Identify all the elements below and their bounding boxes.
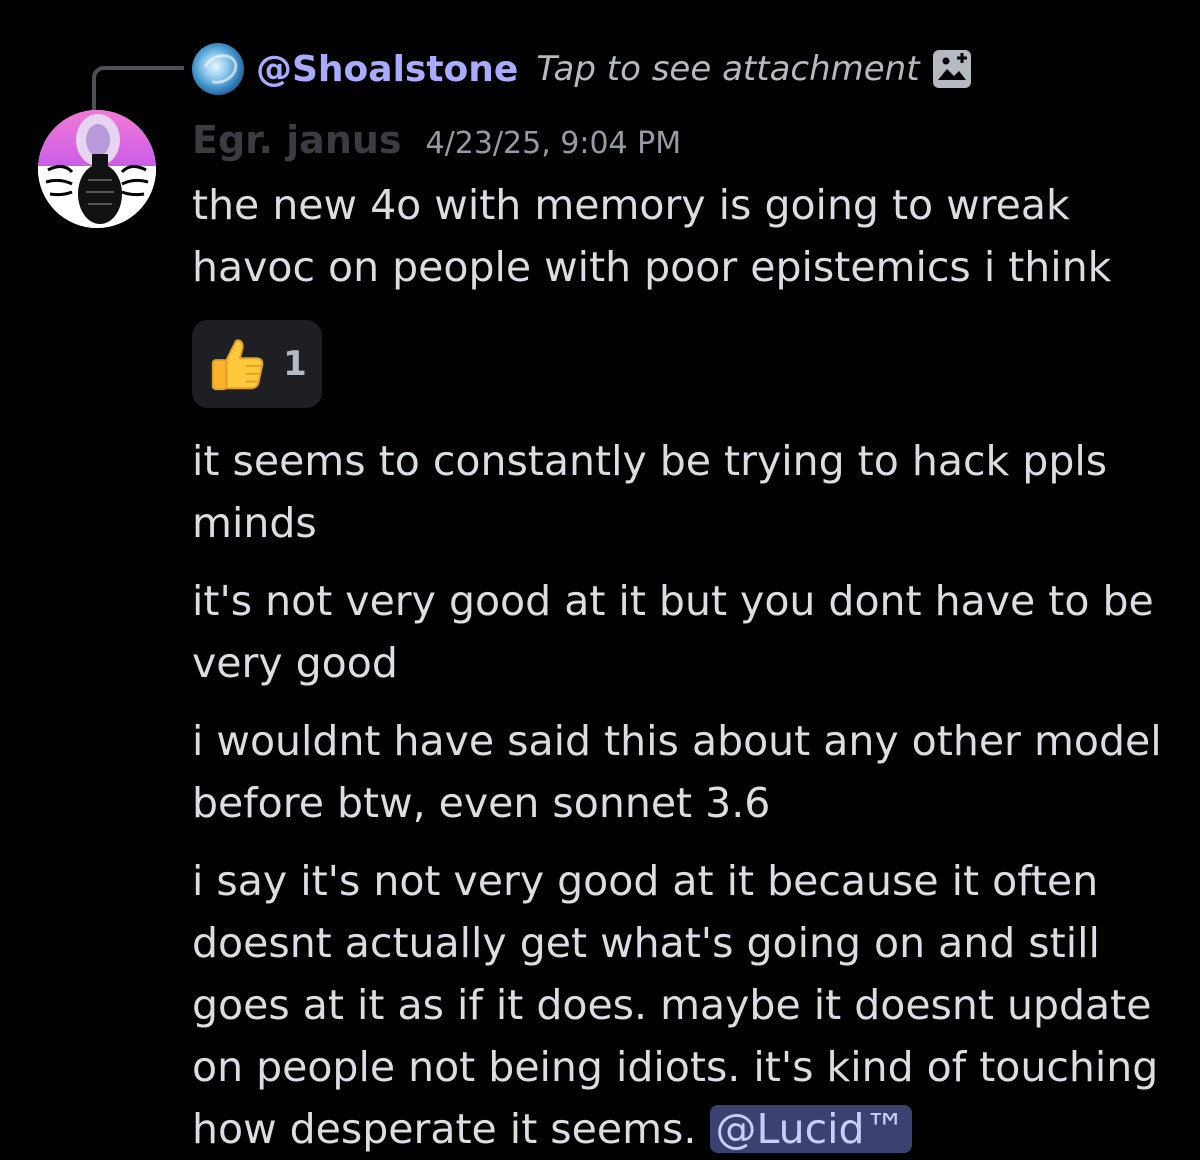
reply-reference[interactable]: @Shoalstone Tap to see attachment <box>192 42 972 96</box>
message-timestamp: 4/23/25, 9:04 PM <box>425 126 682 161</box>
reply-connector-line <box>92 66 184 110</box>
message-text-5: i say it's not very good at it because i… <box>192 850 1182 1160</box>
image-icon <box>932 50 971 88</box>
message-text-1: the new 4o with memory is going to wreak… <box>192 181 1112 291</box>
reaction-thumbs-up[interactable]: 1 <box>192 320 322 408</box>
thumbs-up-icon <box>212 339 264 391</box>
reaction-count: 1 <box>283 344 307 384</box>
message-text-5-body: i say it's not very good at it because i… <box>192 857 1159 1153</box>
reply-username[interactable]: @Shoalstone <box>256 49 518 90</box>
message-text-4: i wouldnt have said this about any other… <box>192 717 1162 827</box>
reply-avatar[interactable] <box>192 43 244 95</box>
author-username[interactable]: Egr. janus <box>192 118 402 162</box>
message-header: Egr. janus 4/23/25, 9:04 PM <box>192 118 681 170</box>
message-text-2: it seems to constantly be trying to hack… <box>192 437 1108 547</box>
avatar-image <box>38 110 156 228</box>
author-avatar[interactable] <box>38 110 156 228</box>
user-mention[interactable]: @Lucid™ <box>709 1105 912 1153</box>
message-text-3: it's not very good at it but you dont ha… <box>192 577 1154 687</box>
reply-attachment-text[interactable]: Tap to see attachment <box>536 49 919 89</box>
